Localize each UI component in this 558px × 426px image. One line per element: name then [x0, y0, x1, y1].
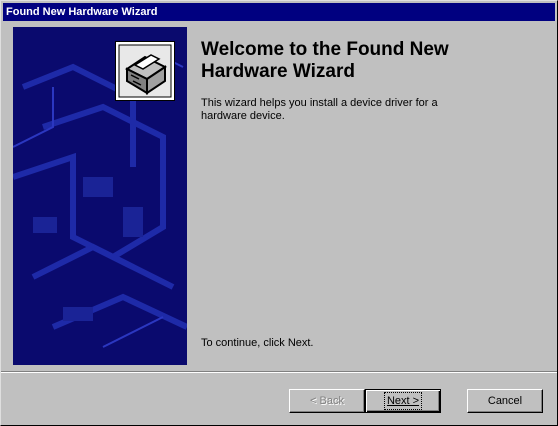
welcome-content: Welcome to the Found New Hardware Wizard…: [201, 39, 541, 123]
back-button-label: < Back: [310, 395, 344, 407]
cancel-button-label: Cancel: [487, 395, 523, 407]
next-button-label: Next >: [383, 392, 423, 410]
wizard-description: This wizard helps you install a device d…: [201, 97, 438, 122]
cancel-button[interactable]: Cancel: [467, 389, 543, 413]
next-button[interactable]: Next >: [365, 389, 441, 413]
hardware-wizard-icon: [115, 41, 175, 101]
window-title: Found New Hardware Wizard: [3, 3, 555, 21]
back-button[interactable]: < Back: [289, 389, 365, 413]
continue-instruction: To continue, click Next.: [201, 337, 314, 349]
page-title: Welcome to the Found New Hardware Wizard: [201, 39, 449, 82]
wizard-banner: [13, 27, 187, 365]
button-divider: [1, 371, 557, 373]
wizard-window: Found New Hardware Wizard Welcome to the…: [0, 0, 558, 426]
